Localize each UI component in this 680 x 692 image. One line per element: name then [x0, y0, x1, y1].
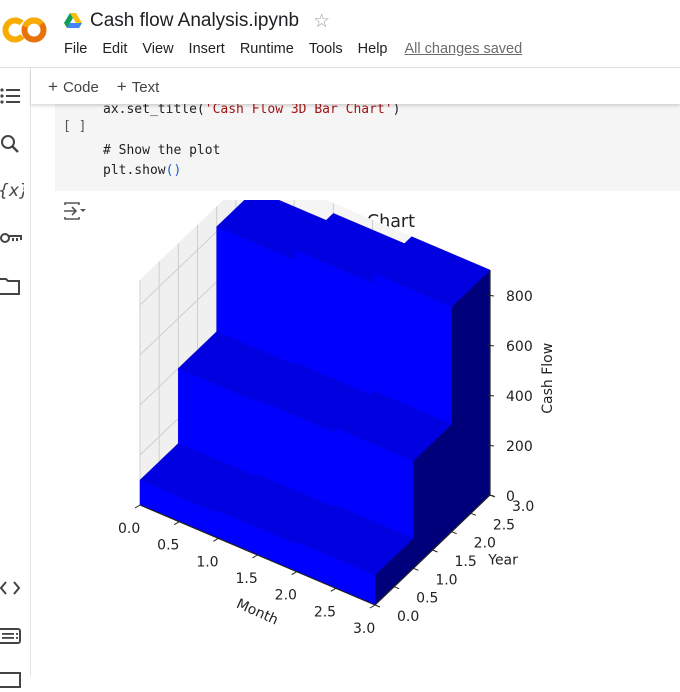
star-icon[interactable]: ☆ — [313, 10, 330, 33]
key-icon[interactable] — [0, 226, 24, 250]
code-text: plt.show — [103, 163, 166, 178]
add-text-button[interactable]: + Text — [117, 77, 159, 97]
save-status-link[interactable]: All changes saved — [405, 41, 523, 57]
variables-icon[interactable]: {x} — [0, 178, 24, 202]
z-tick-label: 400 — [506, 389, 533, 405]
y-tick-label: 1.0 — [435, 572, 457, 588]
google-drive-icon[interactable] — [64, 13, 82, 29]
colab-logo[interactable] — [2, 14, 48, 46]
plus-icon: + — [48, 76, 58, 96]
code-comment: # Show the plot — [103, 143, 221, 158]
x-tick — [369, 604, 376, 609]
code-cell[interactable]: [ ] ax.set_title('Cash Flow 3D Bar Chart… — [55, 100, 680, 191]
x-axis-label: Month — [234, 596, 281, 628]
output-toggle-icon[interactable] — [62, 201, 88, 221]
z-tick-label: 200 — [506, 439, 533, 455]
code-string: 'Cash Flow 3D Bar Chart' — [204, 102, 393, 117]
add-code-label: Code — [62, 78, 99, 96]
code-line: plt.show() — [103, 163, 181, 178]
y-tick — [432, 549, 438, 553]
menu-edit[interactable]: Edit — [102, 41, 127, 57]
y-tick — [393, 586, 400, 590]
menu-tools[interactable]: Tools — [309, 41, 343, 57]
y-tick — [470, 512, 477, 516]
menu-help[interactable]: Help — [358, 41, 388, 57]
folder-icon[interactable] — [0, 274, 24, 298]
x-tick — [252, 554, 258, 559]
y-tick-label: 2.0 — [474, 536, 496, 552]
plus-icon: + — [116, 76, 127, 96]
table-of-contents-icon[interactable] — [0, 84, 24, 108]
menu-insert[interactable]: Insert — [189, 41, 225, 57]
z-tick-label: 800 — [506, 289, 533, 305]
svg-text:{x}: {x} — [0, 181, 24, 201]
x-tick — [213, 537, 219, 542]
left-sidebar: {x} — [0, 68, 31, 688]
chart-output: Cash Flow 3D Bar Chart 0.00.51.01.52.02.… — [100, 169, 580, 660]
y-tick-label: 0.5 — [416, 591, 438, 607]
cell-toolbar: + Code + Text — [31, 69, 680, 104]
x-tick-label: 2.5 — [314, 604, 336, 620]
terminal-icon[interactable] — [0, 668, 24, 692]
menu-file[interactable]: File — [64, 41, 87, 57]
add-code-button[interactable]: + Code — [48, 77, 99, 97]
z-axis-label: Cash Flow — [540, 343, 556, 414]
x-tick — [173, 521, 180, 526]
y-tick-label: 1.5 — [455, 554, 477, 570]
y-tick-label: 3.0 — [512, 499, 534, 515]
command-palette-icon[interactable] — [0, 624, 24, 648]
x-tick-label: 0.0 — [118, 521, 140, 537]
run-cell-button[interactable]: [ ] — [63, 119, 86, 134]
x-tick-label: 1.0 — [196, 554, 218, 570]
code-line: ax.set_title('Cash Flow 3D Bar Chart') — [103, 102, 400, 117]
x-tick — [291, 571, 297, 576]
code-text: ) — [392, 102, 401, 117]
chart-3d-bar: Cash Flow 3D Bar Chart 0.00.51.01.52.02.… — [118, 169, 556, 637]
x-tick-label: 2.0 — [275, 588, 297, 604]
z-tick-label: 0 — [506, 489, 515, 505]
code-parens: () — [165, 163, 182, 178]
top-bar: Cash flow Analysis.ipynb ☆ File Edit Vie… — [0, 0, 680, 68]
menu-runtime[interactable]: Runtime — [240, 41, 294, 57]
menu-view[interactable]: View — [142, 41, 173, 57]
y-tick — [374, 604, 381, 608]
x-tick — [330, 587, 337, 592]
x-tick-label: 3.0 — [353, 621, 375, 637]
y-tick — [451, 531, 457, 535]
bar-side-face — [451, 269, 491, 533]
code-text: ax.set_title( — [103, 102, 205, 117]
y-tick-label: 2.5 — [493, 517, 515, 533]
y-tick-label: 0.0 — [397, 609, 419, 625]
code-snippets-icon[interactable] — [0, 576, 24, 600]
x-tick — [134, 504, 141, 509]
y-tick — [413, 567, 419, 571]
x-tick-label: 0.5 — [157, 538, 179, 554]
notebook-title[interactable]: Cash flow Analysis.ipynb — [90, 10, 299, 32]
y-axis-label: Year — [487, 553, 518, 569]
search-icon[interactable] — [0, 133, 24, 157]
menu-bar: File Edit View Insert Runtime Tools Help… — [64, 41, 537, 57]
x-tick-label: 1.5 — [236, 571, 258, 587]
z-tick-label: 600 — [506, 339, 533, 355]
notebook-title-row: Cash flow Analysis.ipynb ☆ — [64, 8, 330, 34]
add-text-label: Text — [131, 78, 160, 96]
